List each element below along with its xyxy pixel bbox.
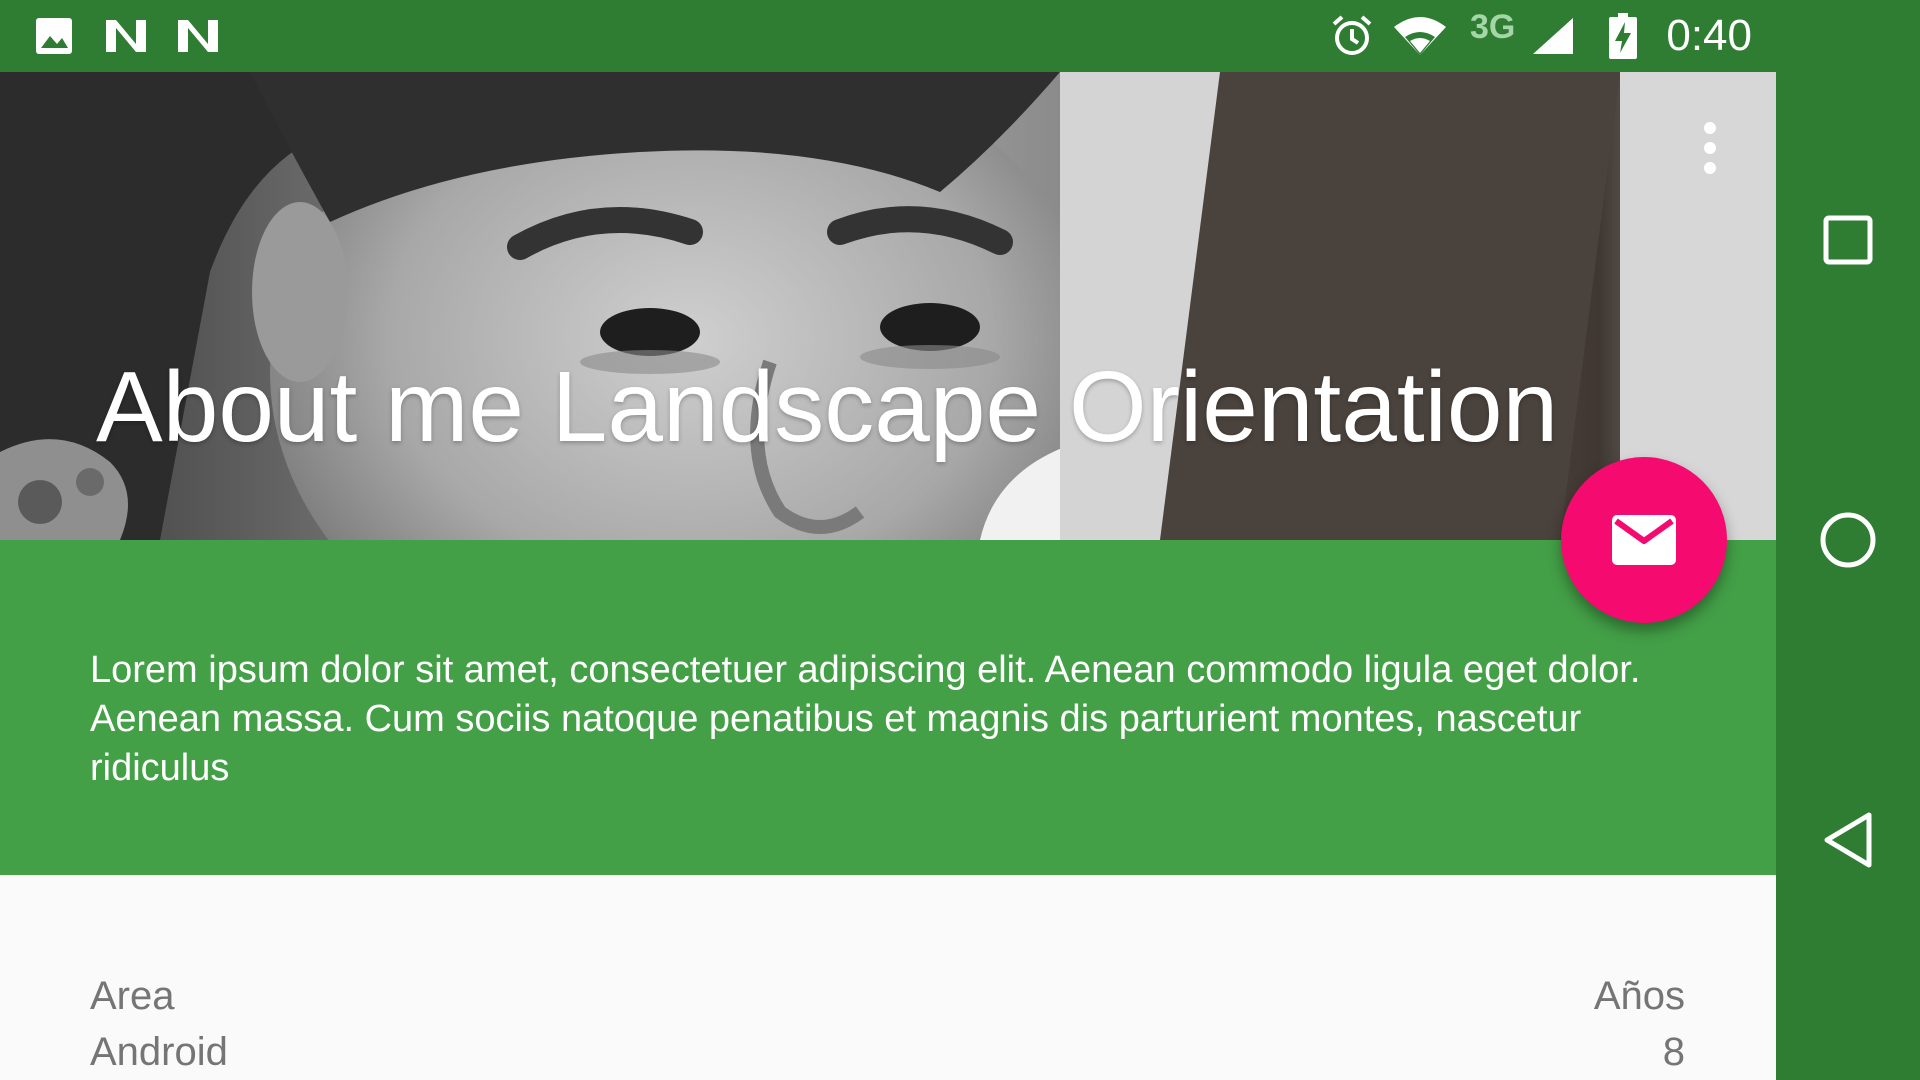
recents-icon bbox=[1823, 215, 1873, 265]
n-icon bbox=[176, 14, 220, 58]
skill-years: 8 bbox=[1662, 1030, 1685, 1074]
home-icon bbox=[1820, 512, 1876, 568]
table-row: Android 8 bbox=[90, 1024, 1685, 1080]
wifi-icon bbox=[1390, 14, 1450, 58]
battery-charging-icon bbox=[1606, 13, 1640, 59]
skills-header-row: Area Años bbox=[90, 968, 1685, 1024]
more-vert-icon[interactable] bbox=[1686, 112, 1734, 184]
area-column-header: Area bbox=[90, 974, 175, 1018]
alarm-icon bbox=[1328, 14, 1376, 58]
email-button[interactable] bbox=[1561, 457, 1727, 623]
years-column-header: Años bbox=[1593, 974, 1685, 1018]
cell-signal-icon bbox=[1530, 14, 1576, 58]
skills-table: Area Años Android 8 bbox=[90, 968, 1685, 1080]
back-icon bbox=[1824, 812, 1872, 868]
profile-photo: About me Landscape Orientation bbox=[0, 72, 1776, 540]
home-button[interactable] bbox=[1808, 500, 1888, 580]
status-bar: 3G 0:40 bbox=[0, 0, 1920, 72]
page-title: About me Landscape Orientation bbox=[96, 351, 1559, 463]
n-icon bbox=[104, 14, 148, 58]
clock: 0:40 bbox=[1666, 11, 1752, 60]
back-button[interactable] bbox=[1808, 800, 1888, 880]
email-icon bbox=[1612, 515, 1676, 565]
about-panel: Lorem ipsum dolor sit amet, consectetuer… bbox=[0, 540, 1776, 875]
network-type-label: 3G bbox=[1470, 8, 1516, 46]
skill-area: Android bbox=[90, 1030, 228, 1074]
device-screen: 3G 0:40 About me Landscape Orientation L… bbox=[0, 0, 1920, 1080]
image-icon bbox=[34, 14, 74, 58]
navigation-bar bbox=[1776, 72, 1920, 1080]
recents-button[interactable] bbox=[1808, 200, 1888, 280]
about-me-screen: About me Landscape Orientation Lorem ips… bbox=[0, 72, 1776, 1080]
about-description: Lorem ipsum dolor sit amet, consectetuer… bbox=[90, 649, 1641, 789]
